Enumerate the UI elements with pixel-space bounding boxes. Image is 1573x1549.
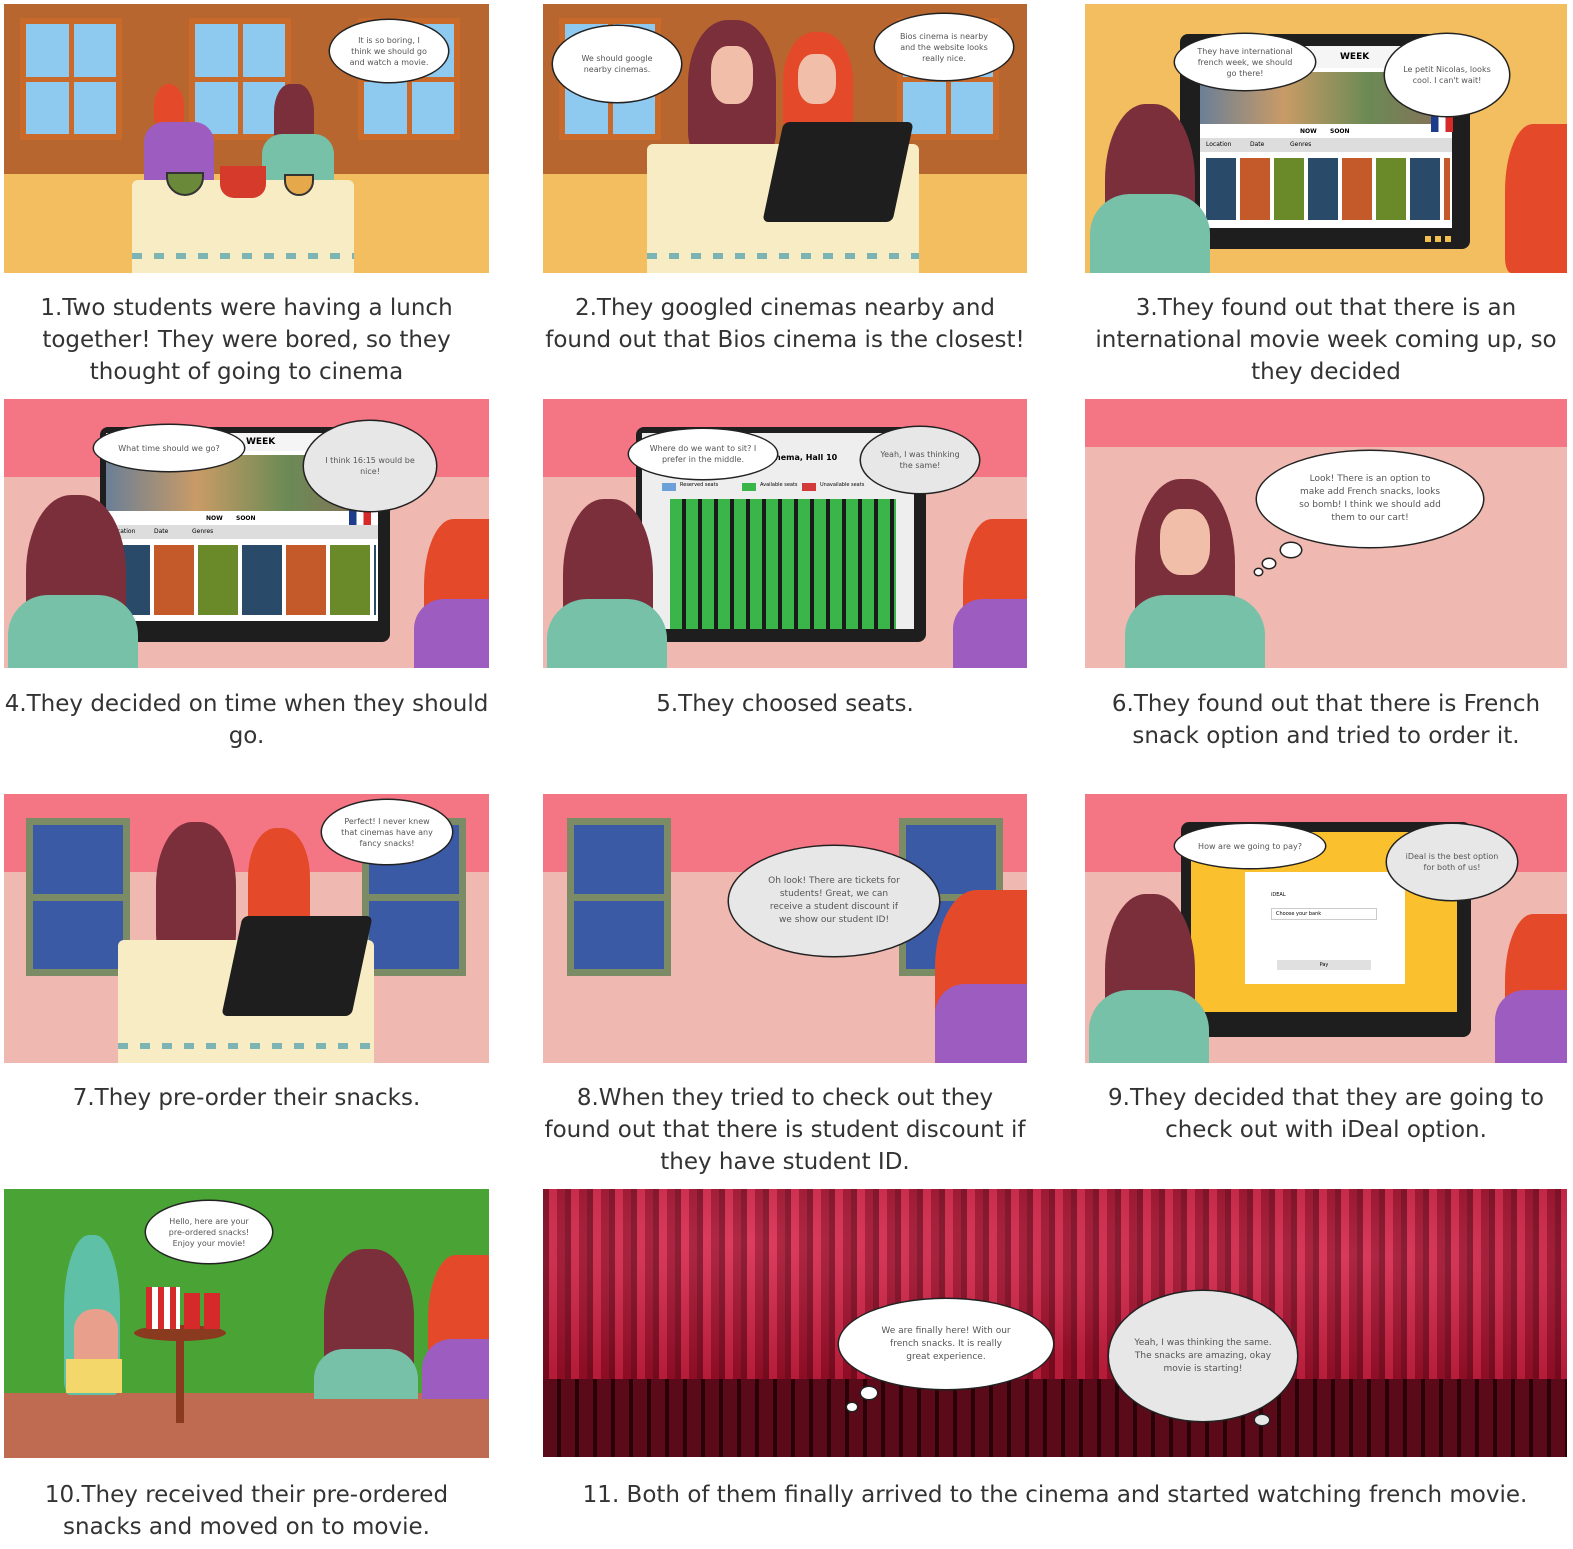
panel-10-caption: 10.They received their pre-ordered snack… (44, 1482, 449, 1540)
thought-bubble: It is so boring, I think we should go an… (330, 20, 448, 82)
brunette-girl-body (1090, 194, 1210, 273)
panel-2-caption: 2.They googled cinemas nearby and found … (545, 295, 1025, 353)
thought-bubble: Hello, here are your pre-ordered snacks!… (146, 1201, 272, 1263)
panel-4-scene: WEEK NOW SOON Location Date Genres What … (4, 399, 489, 668)
seat-map[interactable] (670, 499, 896, 629)
food-pot (220, 166, 266, 198)
bubble-trail (1255, 569, 1262, 575)
redhead-girl-body (422, 1339, 489, 1399)
thought-bubble: They have international french week, we … (1175, 34, 1315, 90)
thought-bubble: What time should we go? (94, 425, 244, 471)
brunette-girl-face (711, 46, 753, 104)
thought-bubble: We are finally here! With our french sna… (839, 1299, 1053, 1389)
cashier-girl-skirt (66, 1359, 122, 1393)
thought-bubble: We should google nearby cinemas. (553, 26, 681, 102)
legend-unavailable (802, 483, 816, 491)
bank-select[interactable]: Choose your bank (1271, 908, 1377, 920)
now-tab[interactable]: NOW (206, 515, 223, 522)
thought-bubble: Where do we want to sit? I prefer in the… (629, 429, 777, 479)
drink-cup (204, 1293, 220, 1329)
thought-bubble: Bios cinema is nearby and the website lo… (875, 14, 1013, 80)
window (567, 818, 671, 976)
panel-8-scene: Oh look! There are tickets for students!… (543, 794, 1027, 1063)
bubble-trail (861, 1387, 877, 1399)
cinema-seats (543, 1379, 1567, 1457)
panel-10-scene: Hello, here are your pre-ordered snacks!… (4, 1189, 489, 1458)
thought-bubble: How are we going to pay? (1175, 824, 1325, 868)
laptop (221, 916, 373, 1016)
laptop (762, 122, 914, 222)
redhead-girl-body (935, 984, 1027, 1063)
brunette-girl-body (547, 599, 667, 668)
soon-tab[interactable]: SOON (1330, 128, 1350, 135)
legend-reserved (662, 483, 676, 491)
thought-bubble: Look! There is an option to make add Fre… (1257, 451, 1483, 547)
filter-date[interactable]: Date (1250, 141, 1264, 148)
panel-8-caption: 8.When they tried to check out they foun… (544, 1085, 1026, 1175)
panel-9-caption: 9.They decided that they are going to ch… (1108, 1085, 1544, 1143)
thought-bubble: Le petit Nicolas, looks cool. I can't wa… (1385, 34, 1509, 116)
panel-11-caption: 11. Both of them finally arrived to the … (582, 1482, 1528, 1508)
panel-3-scene: WEEK NOW SOON Location Date Genres They … (1085, 4, 1567, 273)
brunette-girl-face (1160, 509, 1210, 575)
movie-posters[interactable] (1206, 158, 1450, 220)
panel-7-caption: 7.They pre-order their snacks. (72, 1085, 421, 1111)
thought-bubble: I think 16:15 would be nice! (304, 421, 436, 511)
brunette-girl-body (314, 1349, 418, 1399)
panel-2-scene: We should google nearby cinemas. Bios ci… (543, 4, 1027, 273)
window (20, 18, 122, 140)
drink-cup (184, 1293, 200, 1329)
bubble-trail (1255, 1415, 1269, 1425)
legend-available (742, 483, 756, 491)
pay-button[interactable]: Pay (1277, 960, 1371, 970)
legend-available-label: Available seats (760, 482, 798, 488)
screen-header: WEEK (246, 437, 276, 447)
bubble-trail (1263, 559, 1275, 568)
thought-bubble: Oh look! There are tickets for students!… (729, 846, 939, 956)
filter-genres[interactable]: Genres (1290, 141, 1311, 148)
bubble-trail (1281, 543, 1301, 557)
french-flag (1431, 116, 1453, 132)
thought-bubble: iDeal is the best option for both of us! (1387, 824, 1517, 900)
panel-5-scene: BIOS Cinema, Hall 10 Reserved seats Avai… (543, 399, 1027, 668)
panel-7-scene: Perfect! I never knew that cinemas have … (4, 794, 489, 1063)
panel-1-scene: It is so boring, I think we should go an… (4, 4, 489, 273)
ideal-option[interactable]: iDEAL (1271, 892, 1286, 898)
panel-6-caption: 6.They found out that there is French sn… (1111, 691, 1541, 749)
panel-9-scene: iDEAL Choose your bank Pay How are we go… (1085, 794, 1567, 1063)
filter-genres[interactable]: Genres (192, 528, 213, 535)
window (26, 818, 130, 976)
legend-unavailable-label: Unavailable seats (820, 482, 865, 488)
filter-date[interactable]: Date (154, 528, 168, 535)
legend-reserved-label: Reserved seats (680, 482, 719, 488)
thought-bubble: Yeah, I was thinking the same! (861, 427, 979, 493)
brunette-girl-body (1089, 990, 1209, 1063)
brunette-girl-body (8, 595, 138, 668)
soon-tab[interactable]: SOON (236, 515, 256, 522)
redhead-girl-body (953, 599, 1027, 668)
french-flag (349, 509, 371, 525)
panel-3-caption: 3.They found out that there is an intern… (1095, 295, 1557, 385)
filter-location[interactable]: Location (1206, 141, 1231, 148)
brunette-girl-body (1125, 595, 1265, 668)
redhead-girl-body (414, 599, 489, 668)
panel-6-scene: Look! There is an option to make add Fre… (1085, 399, 1567, 668)
panel-11-scene: We are finally here! With our french sna… (543, 1189, 1567, 1457)
now-tab[interactable]: NOW (1300, 128, 1317, 135)
popcorn-box (146, 1287, 180, 1329)
snack-table-leg (176, 1337, 184, 1423)
redhead-girl-face (798, 54, 836, 104)
screen-header: WEEK (1340, 52, 1370, 62)
thought-bubble: Perfect! I never knew that cinemas have … (322, 800, 452, 864)
panel-4-caption: 4.They decided on time when they should … (4, 691, 489, 749)
panel-1-caption: 1.Two students were having a lunch toget… (40, 295, 453, 385)
panel-5-caption: 5.They choosed seats. (656, 691, 914, 717)
movie-posters[interactable] (110, 545, 376, 615)
bubble-trail (847, 1403, 857, 1411)
redhead-girl (1505, 124, 1567, 273)
thought-bubble: Yeah, I was thinking the same. The snack… (1109, 1291, 1297, 1421)
redhead-girl-body (1495, 990, 1567, 1063)
